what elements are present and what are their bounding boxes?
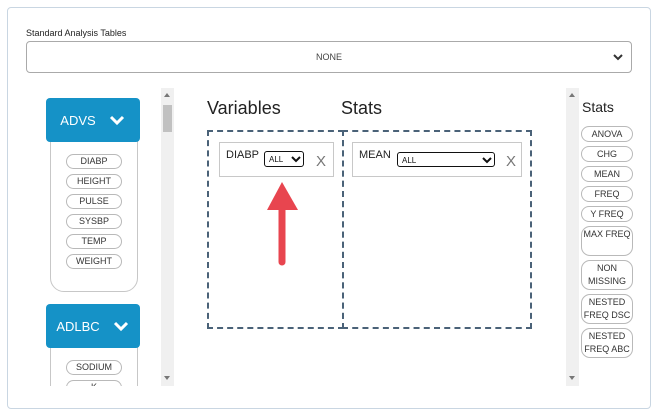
variable-filter-select[interactable]: ALL — [264, 151, 304, 167]
variable-pill[interactable]: PULSE — [66, 194, 122, 209]
variable-item-label: DIABP — [226, 149, 260, 161]
stat-option[interactable]: NESTED FREQ DSC — [581, 294, 633, 324]
variable-pill[interactable]: SYSBP — [66, 214, 122, 229]
chevron-down-icon — [109, 115, 124, 126]
dataset-body-advs: DIABP HEIGHT PULSE SYSBP TEMP WEIGHT — [50, 140, 138, 292]
stat-option[interactable]: NON MISSING — [581, 260, 633, 290]
dataset-header-advs[interactable]: ADVS — [46, 98, 140, 142]
stat-option[interactable]: NESTED FREQ ABC — [581, 328, 633, 358]
variable-item: DIABP ALL X — [219, 142, 334, 177]
standard-tables-value: NONE — [315, 52, 342, 62]
chevron-down-icon — [482, 157, 492, 164]
stat-option[interactable]: CHG — [581, 146, 633, 162]
dataset-body-adlbc: SODIUM K — [50, 344, 138, 386]
scroll-down-icon[interactable] — [569, 376, 575, 380]
stat-option[interactable]: FREQ — [581, 186, 633, 202]
chevron-down-icon — [613, 54, 623, 61]
variable-pill[interactable]: K — [66, 380, 122, 386]
variable-pill[interactable]: SODIUM — [66, 360, 122, 375]
variable-pill[interactable]: TEMP — [66, 234, 122, 249]
stats-title: Stats — [341, 98, 383, 118]
stat-option[interactable]: MEAN — [581, 166, 633, 182]
stat-filter-select[interactable]: ALL — [397, 152, 495, 167]
dataset-name: ADLBC — [56, 318, 100, 334]
variable-pill[interactable]: DIABP — [66, 154, 122, 169]
stat-option[interactable]: Y FREQ — [581, 206, 633, 222]
dataset-name: ADVS — [60, 112, 96, 128]
stat-item: MEAN ALL X — [352, 142, 522, 177]
scroll-up-icon[interactable] — [164, 93, 170, 97]
stats-palette-scrollbar[interactable] — [566, 88, 579, 386]
dataset-scrollbar[interactable] — [161, 88, 174, 386]
variables-title: Variables — [207, 98, 281, 118]
standard-tables-select[interactable]: NONE — [26, 41, 632, 73]
annotation-arrow — [267, 182, 298, 266]
variable-filter-value: ALL — [269, 155, 284, 164]
stat-option[interactable]: MAX FREQ — [581, 226, 633, 256]
scroll-up-icon[interactable] — [569, 93, 575, 97]
variable-pill[interactable]: WEIGHT — [66, 254, 122, 269]
remove-variable-button[interactable]: X — [316, 153, 326, 170]
standard-tables-label: Standard Analysis Tables — [26, 28, 127, 38]
chevron-down-icon — [113, 321, 128, 332]
scrollbar-thumb[interactable] — [163, 105, 172, 132]
dataset-list: DIABP HEIGHT PULSE SYSBP TEMP WEIGHT ADV… — [40, 88, 164, 386]
variable-pill[interactable]: HEIGHT — [66, 174, 122, 189]
scroll-down-icon[interactable] — [164, 376, 170, 380]
stats-palette-title: Stats — [582, 99, 614, 115]
remove-stat-button[interactable]: X — [506, 153, 516, 170]
stat-item-label: MEAN — [359, 149, 391, 161]
stat-filter-value: ALL — [402, 156, 417, 165]
dataset-header-adlbc[interactable]: ADLBC — [46, 304, 140, 348]
chevron-down-icon — [291, 156, 301, 163]
stat-option[interactable]: ANOVA — [581, 126, 633, 142]
